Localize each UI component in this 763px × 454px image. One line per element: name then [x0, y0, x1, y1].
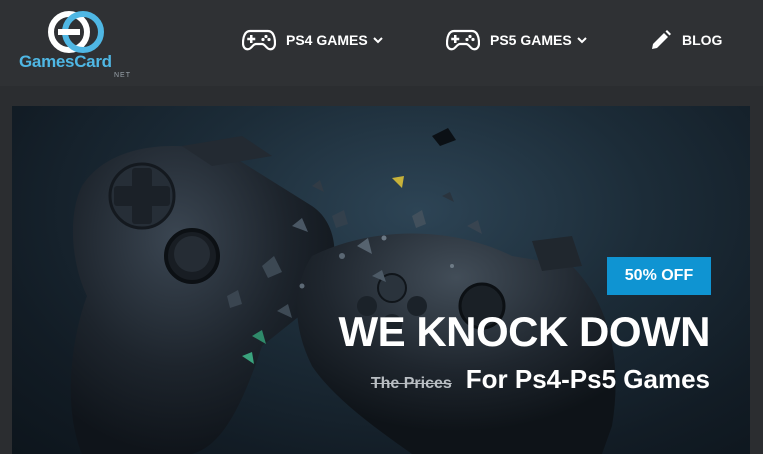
gamepad-icon	[446, 29, 480, 51]
chevron-down-icon	[372, 37, 383, 44]
nav-blog[interactable]: BLOG	[650, 26, 722, 54]
nav-ps5-games[interactable]: PS5 GAMES	[446, 26, 588, 54]
nav-ps5-games-label: PS5 GAMES	[490, 32, 572, 48]
site-header: GamesCard NET PS4 GAMES PS5 GAMES BLOG	[0, 0, 763, 86]
gamepad-icon	[242, 29, 276, 51]
hero-headline: WE KNOCK DOWN	[338, 308, 711, 355]
nav-ps4-games[interactable]: PS4 GAMES	[242, 26, 384, 54]
nav-blog-label: BLOG	[682, 32, 723, 48]
hero-subline-text: For Ps4-Ps5 Games	[465, 364, 710, 394]
pencil-icon	[652, 30, 671, 49]
discount-badge[interactable]: 50% OFF	[607, 257, 711, 295]
logo-suffix-text: NET	[114, 72, 131, 79]
strikethrough-prices-text: The Prices	[370, 375, 452, 392]
gamescard-logo[interactable]: GamesCard NET	[18, 6, 138, 79]
logo-brand-text: GamesCard	[19, 52, 112, 71]
nav-ps4-games-label: PS4 GAMES	[286, 32, 368, 48]
logo-mark-icon	[48, 11, 104, 53]
chevron-down-icon	[576, 37, 587, 44]
hero-banner[interactable]: 50% OFF WE KNOCK DOWN The Prices For Ps4…	[12, 106, 750, 454]
hero-subline: The Prices For Ps4-Ps5 Games	[371, 364, 710, 395]
